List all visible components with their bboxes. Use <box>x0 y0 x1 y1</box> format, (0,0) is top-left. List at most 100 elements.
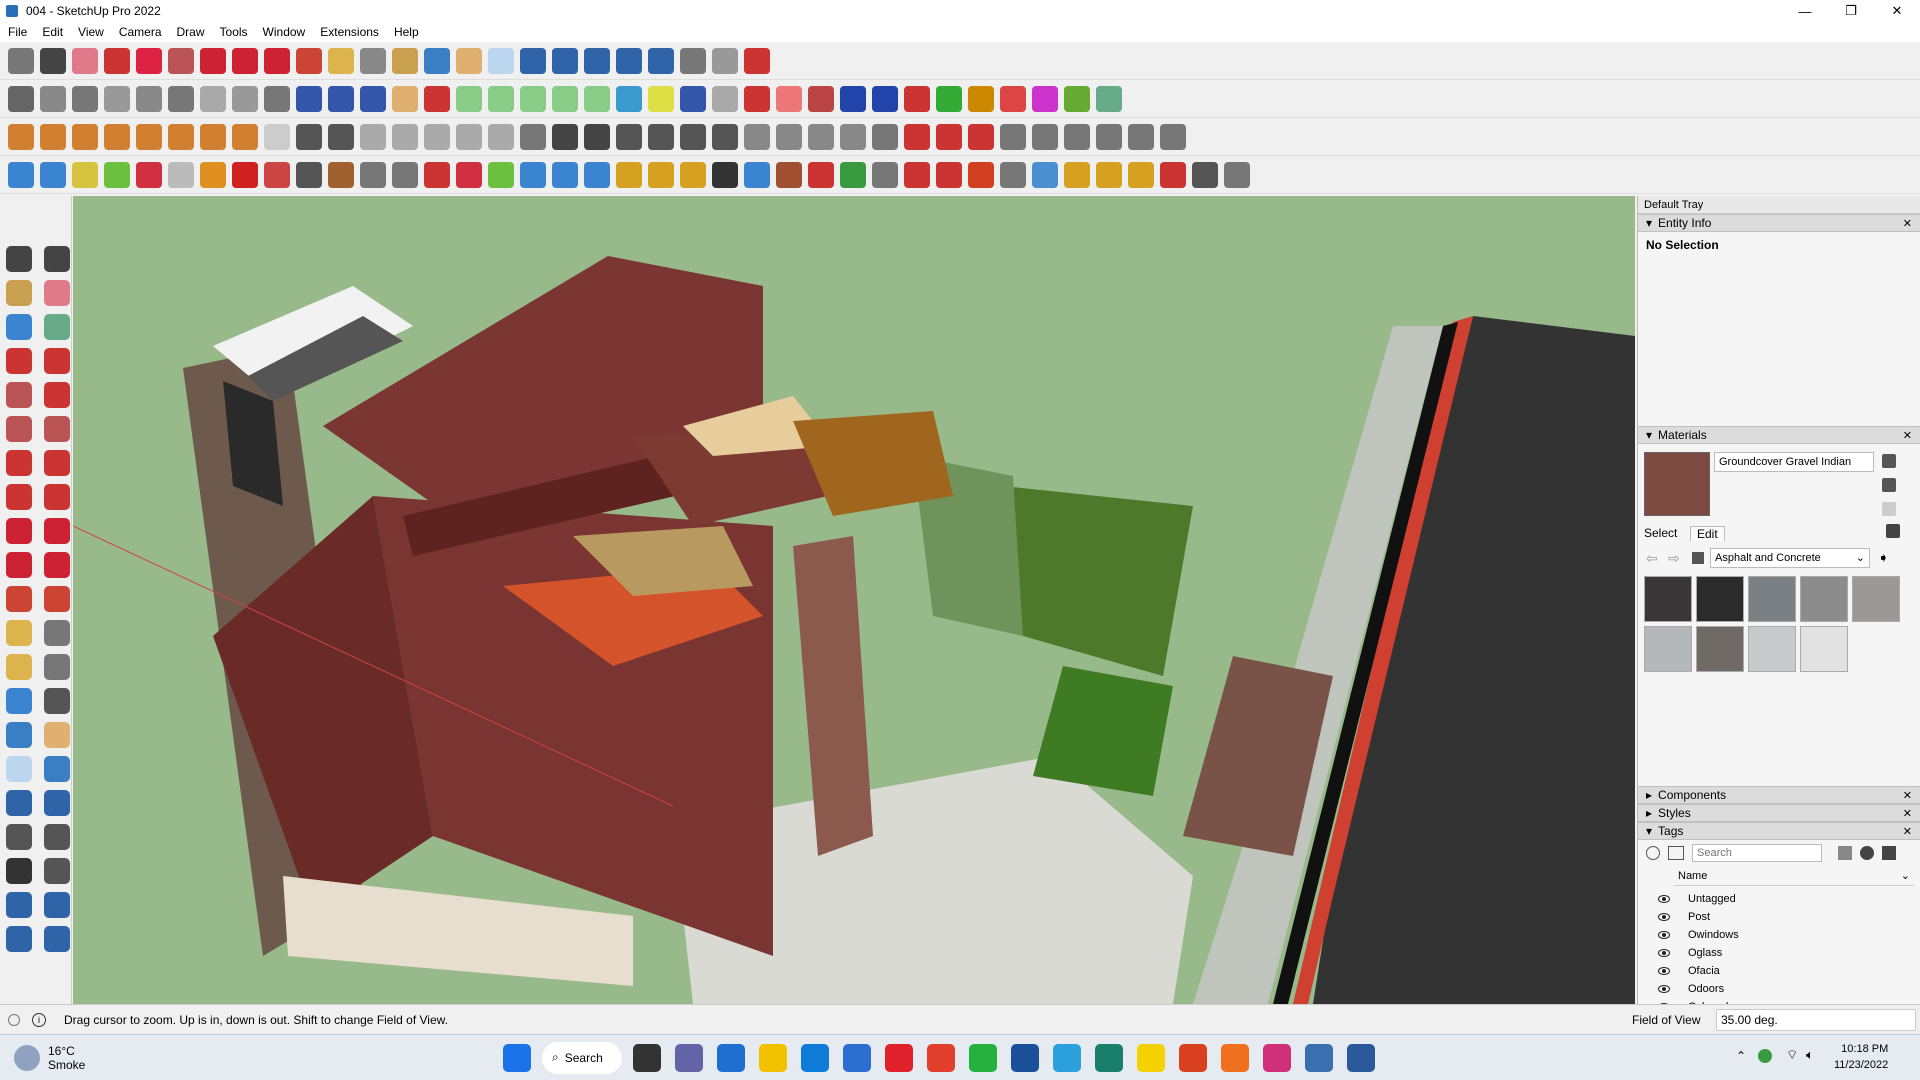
magnet-icon[interactable] <box>808 162 834 188</box>
box-icon[interactable] <box>392 124 418 150</box>
move-icon[interactable] <box>6 518 32 544</box>
photos-icon[interactable] <box>1305 1043 1333 1072</box>
calculator-icon[interactable] <box>717 1043 745 1072</box>
axis-x2-icon[interactable] <box>1000 86 1026 112</box>
railing-icon[interactable] <box>840 124 866 150</box>
pyramid-icon[interactable] <box>584 162 610 188</box>
freehand-left-icon[interactable] <box>44 348 70 374</box>
hook-icon[interactable] <box>392 162 418 188</box>
layout-taskbar-icon[interactable] <box>1347 1043 1375 1072</box>
fog-icon[interactable] <box>72 124 98 150</box>
extension-tool-icon[interactable] <box>744 48 770 74</box>
scale-tool-icon[interactable] <box>296 48 322 74</box>
red-box-icon[interactable] <box>232 162 258 188</box>
layer-red-icon[interactable] <box>136 162 162 188</box>
warehouse-left-icon[interactable] <box>6 892 32 918</box>
layout-icon[interactable] <box>616 48 642 74</box>
arc-shape-icon[interactable] <box>616 86 642 112</box>
details-icon[interactable] <box>1882 846 1896 860</box>
geo-location-icon[interactable] <box>8 1013 20 1026</box>
rectangle-icon[interactable] <box>6 382 32 408</box>
tag-row[interactable]: Oglass <box>1638 944 1908 962</box>
whatsapp-icon[interactable] <box>969 1043 997 1072</box>
tags-header[interactable]: ▾ Tags ✕ <box>1638 822 1920 840</box>
section-display-icon[interactable] <box>328 86 354 112</box>
visibility-eye-icon[interactable] <box>1658 895 1670 903</box>
scale-icon[interactable] <box>6 586 32 612</box>
batch-render-icon[interactable] <box>328 124 354 150</box>
cross-red-icon[interactable] <box>456 162 482 188</box>
instagram-icon[interactable] <box>1263 1043 1291 1072</box>
dimension-icon[interactable] <box>744 86 770 112</box>
sample-paint-icon[interactable] <box>1882 502 1896 516</box>
offset-icon[interactable] <box>584 124 610 150</box>
spline-icon[interactable] <box>424 162 450 188</box>
tray-app-icon[interactable] <box>1758 1049 1772 1063</box>
tile-icon[interactable] <box>1064 162 1090 188</box>
weather-widget[interactable]: 16°C Smoke <box>14 1044 104 1072</box>
arc-2-icon[interactable] <box>44 450 70 476</box>
axis-y-icon[interactable] <box>872 86 898 112</box>
circle-icon[interactable] <box>6 416 32 442</box>
section-left-icon[interactable] <box>44 858 70 884</box>
eraser-icon[interactable] <box>44 280 70 306</box>
extension-warehouse-icon[interactable] <box>584 48 610 74</box>
add-folder-icon[interactable] <box>1668 846 1684 860</box>
material-swatch[interactable] <box>1852 576 1900 622</box>
soundcloud-icon[interactable] <box>1221 1043 1249 1072</box>
textured-icon[interactable] <box>232 86 258 112</box>
opera-icon[interactable] <box>885 1043 913 1072</box>
taskbar-search-button[interactable]: ⌕ Search <box>542 1041 622 1074</box>
lines-icon[interactable] <box>936 124 962 150</box>
link-icon[interactable] <box>360 162 386 188</box>
task-view-icon[interactable] <box>633 1043 661 1072</box>
warehouse-icon[interactable] <box>552 48 578 74</box>
shadows-icon[interactable] <box>40 124 66 150</box>
extend-icon[interactable] <box>1096 124 1122 150</box>
material-swatch[interactable] <box>1696 576 1744 622</box>
warning-icon[interactable] <box>616 162 642 188</box>
zoom-extents-left-icon[interactable] <box>6 790 32 816</box>
menu-view[interactable]: View <box>78 25 104 39</box>
pan-left-icon[interactable] <box>44 722 70 748</box>
position-camera-icon[interactable] <box>6 824 32 850</box>
visibility-eye-icon[interactable] <box>1658 949 1670 957</box>
layout-left-icon[interactable] <box>6 926 32 952</box>
polygon-outline-icon[interactable] <box>680 86 706 112</box>
pencil-icon[interactable] <box>424 86 450 112</box>
hand-cursor-icon[interactable] <box>520 124 546 150</box>
cube-red-icon[interactable] <box>968 162 994 188</box>
axis-r-icon[interactable] <box>904 86 930 112</box>
layer-blue2-icon[interactable] <box>40 162 66 188</box>
select-tool-icon[interactable] <box>40 48 66 74</box>
back-arrow-icon[interactable]: ⇦ <box>1646 550 1658 567</box>
manager-left-icon[interactable] <box>44 926 70 952</box>
array-icon[interactable] <box>1224 162 1250 188</box>
details-arrow-icon[interactable]: ➧ <box>1878 550 1889 566</box>
pan-icon[interactable] <box>456 48 482 74</box>
sunlight-icon[interactable] <box>200 124 226 150</box>
arc-3-icon[interactable] <box>6 484 32 510</box>
protractor-icon[interactable] <box>6 654 32 680</box>
components-header[interactable]: ▸ Components ✕ <box>1638 786 1920 804</box>
tags-name-column-header[interactable]: Name ⌄ <box>1674 868 1914 886</box>
explode-icon[interactable] <box>1160 162 1186 188</box>
circle-dots-icon[interactable] <box>1192 162 1218 188</box>
material-swatch[interactable] <box>1696 626 1744 672</box>
paint-icon[interactable] <box>6 280 32 306</box>
text-tool-icon[interactable] <box>360 48 386 74</box>
zoom-left-icon[interactable] <box>6 756 32 782</box>
previous-view-icon[interactable] <box>44 790 70 816</box>
close-window-button[interactable]: ✕ <box>1874 0 1920 22</box>
eraser-tool-icon[interactable] <box>72 48 98 74</box>
bezier-icon[interactable] <box>904 124 930 150</box>
visibility-eye-icon[interactable] <box>1658 913 1670 921</box>
trim-icon[interactable] <box>1128 124 1154 150</box>
lasso-icon[interactable] <box>648 162 674 188</box>
app-teal-icon[interactable] <box>1095 1043 1123 1072</box>
create-material-icon[interactable] <box>1882 454 1896 468</box>
dome-light-icon[interactable] <box>232 124 258 150</box>
shape-circle-icon[interactable] <box>488 86 514 112</box>
tape-icon[interactable] <box>6 620 32 646</box>
line-icon[interactable] <box>6 348 32 374</box>
